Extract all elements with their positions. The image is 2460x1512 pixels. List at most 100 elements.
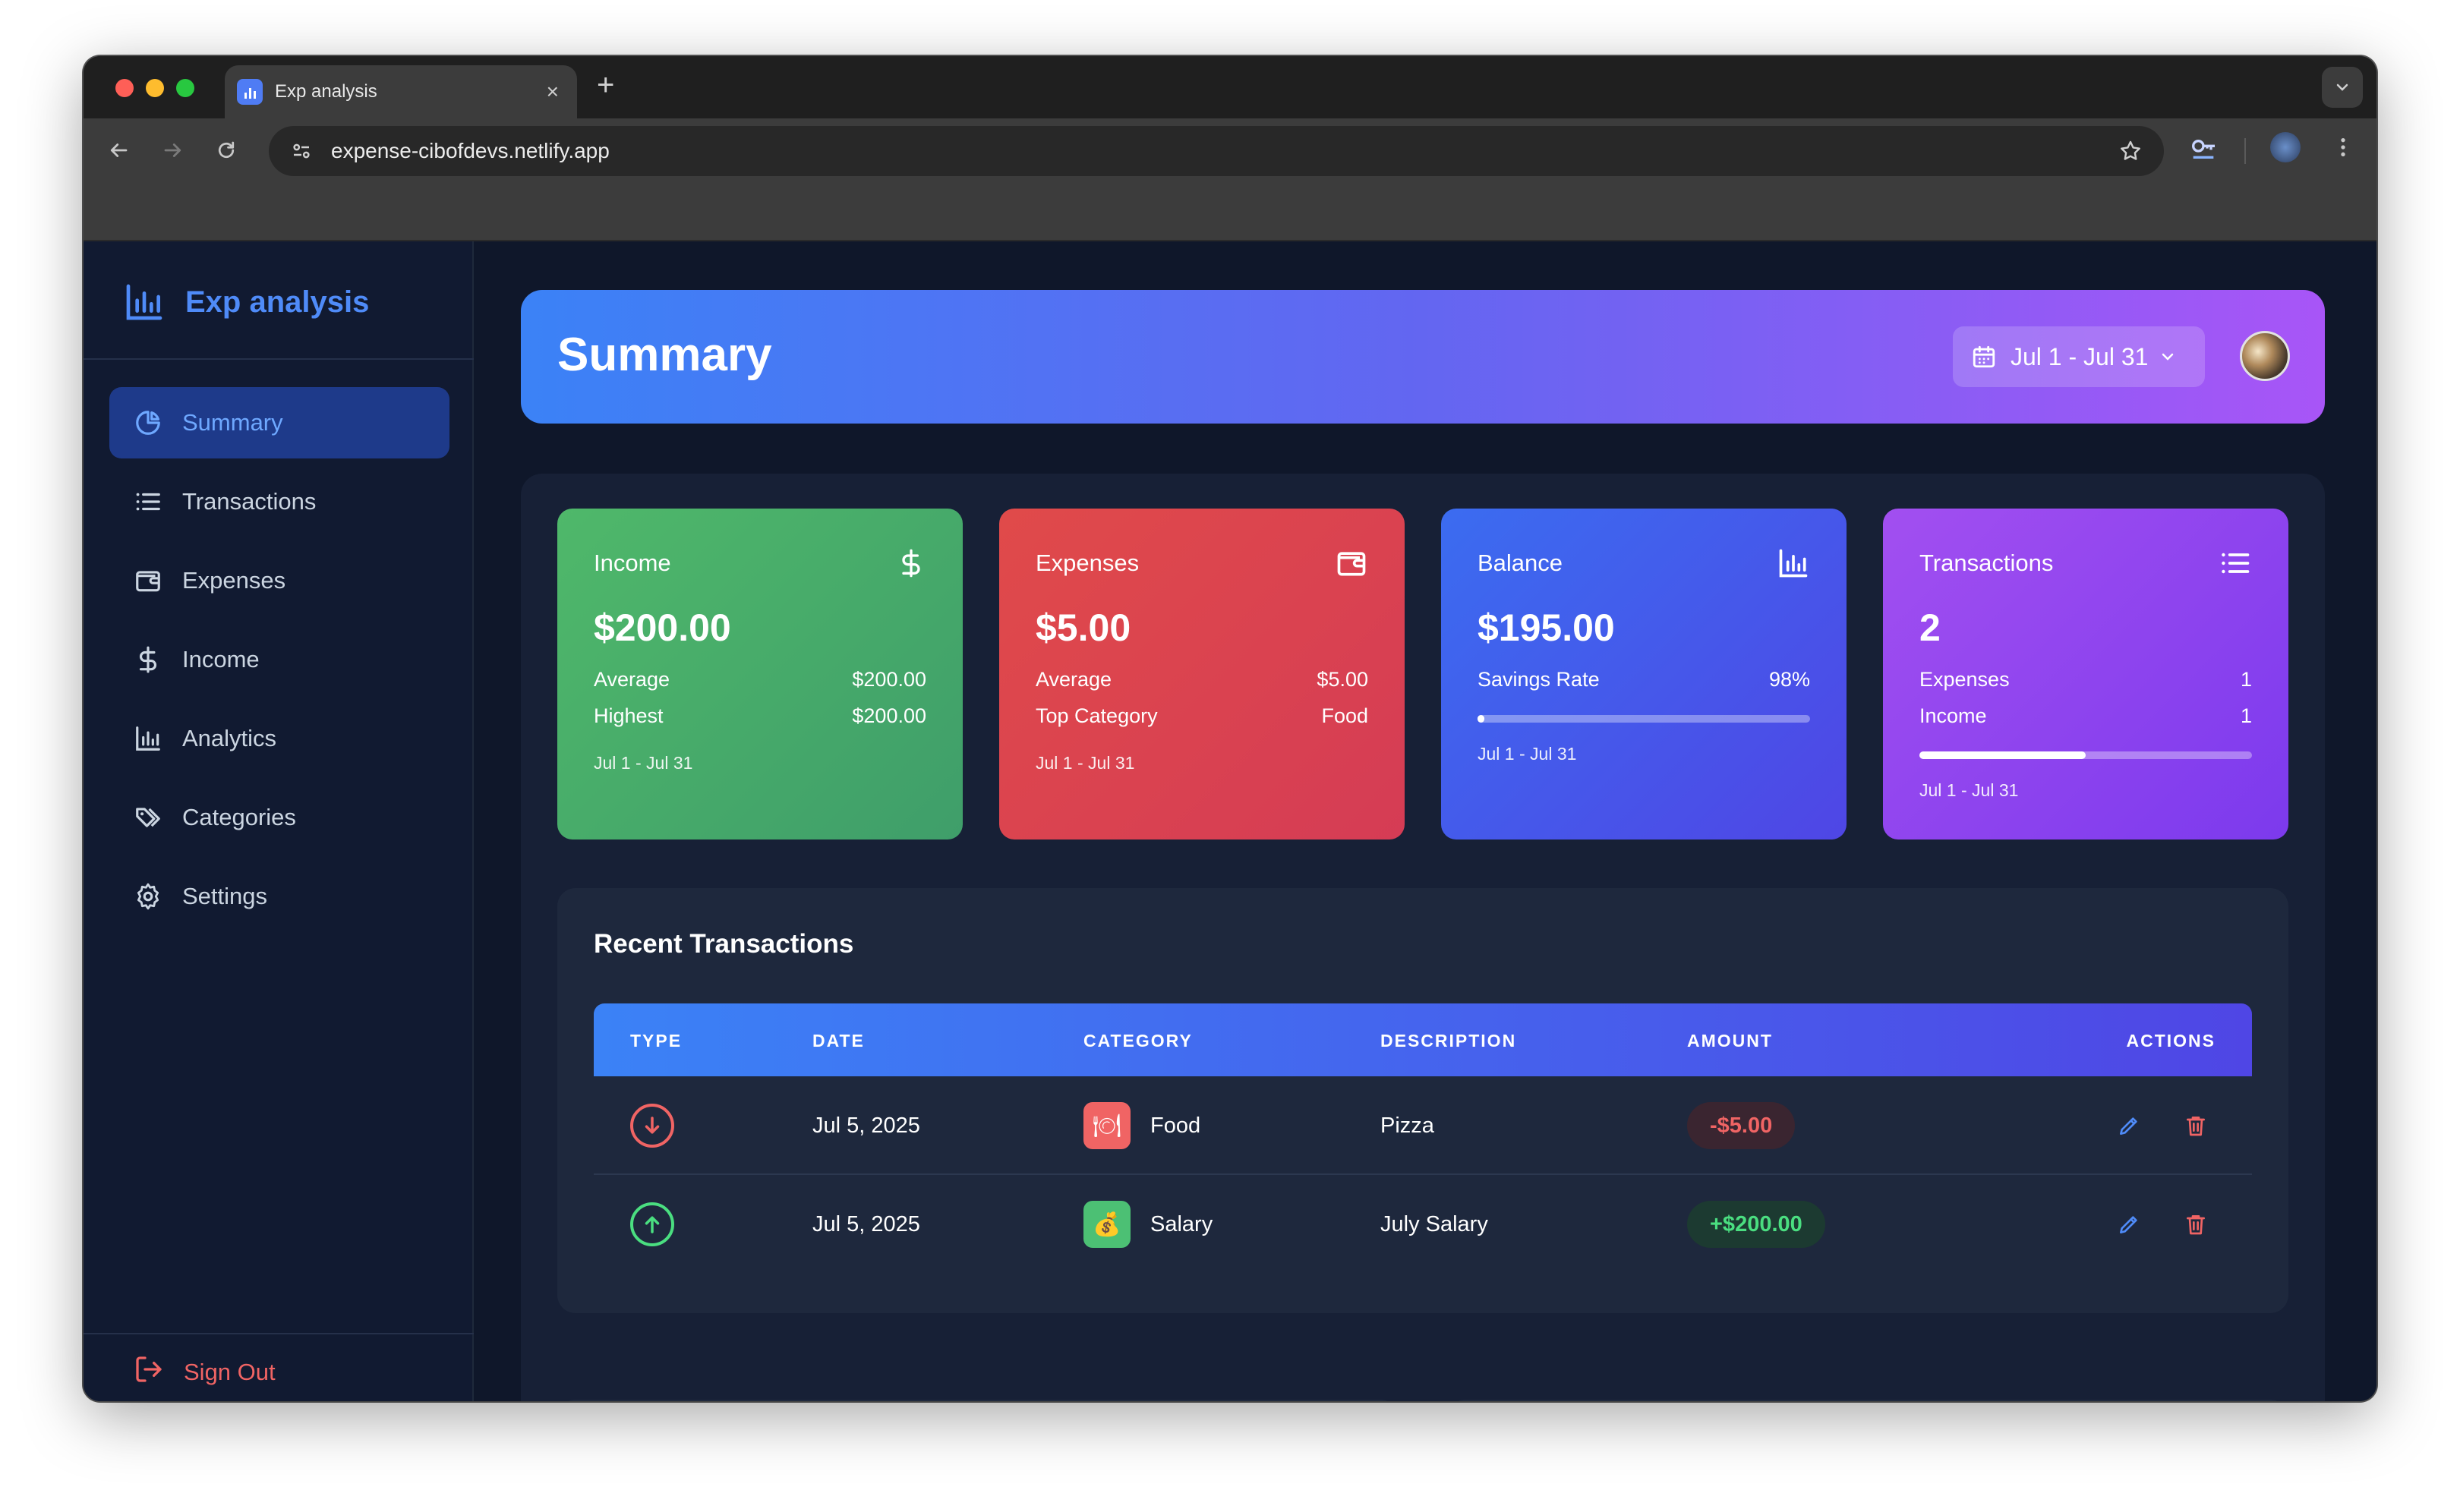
bar-chart-icon — [134, 724, 162, 753]
edit-pencil-icon[interactable] — [2112, 1109, 2146, 1142]
sidebar-divider — [84, 1333, 474, 1334]
date-range-picker[interactable]: Jul 1 - Jul 31 — [1953, 326, 2205, 387]
dollar-icon — [902, 549, 920, 578]
sign-out-label: Sign Out — [184, 1359, 276, 1385]
card-row-label: Expenses — [1919, 668, 2010, 691]
transactions-ratio-fill — [1919, 751, 2086, 759]
card-row-label: Top Category — [1036, 704, 1158, 727]
browser-tab[interactable]: Exp analysis × — [225, 65, 577, 118]
card-footer: Jul 1 - Jul 31 — [1919, 780, 2019, 800]
dollar-icon — [134, 645, 162, 674]
column-header-type: TYPE — [630, 1031, 683, 1051]
sidebar-item-expenses[interactable]: Expenses — [109, 545, 449, 616]
table-row[interactable]: Jul 5, 2025 💰 Salary July Salary +$200.0… — [594, 1175, 2252, 1274]
delete-trash-icon[interactable] — [2179, 1208, 2212, 1241]
card-row-value: $200.00 — [852, 704, 926, 727]
new-tab-button[interactable]: + — [597, 68, 614, 102]
card-row-value: 1 — [2240, 704, 2252, 727]
arrow-right-icon — [164, 143, 181, 157]
profile-avatar[interactable] — [2270, 132, 2301, 162]
delete-trash-icon[interactable] — [2179, 1109, 2212, 1142]
chevron-down-icon — [2162, 353, 2174, 361]
page-header: Summary Jul 1 - Jul 31 — [521, 290, 2325, 424]
minimize-window-button[interactable] — [146, 79, 164, 97]
column-header-description: DESCRIPTION — [1380, 1031, 1517, 1051]
card-row-label: Highest — [594, 704, 664, 727]
toolbar-divider — [2244, 138, 2246, 164]
row-amount: -$5.00 — [1687, 1102, 1796, 1149]
row-category: Food — [1150, 1113, 1201, 1138]
sidebar-nav: Summary Transactions Expenses Income Ana… — [109, 387, 449, 940]
row-description: July Salary — [1380, 1211, 1488, 1236]
arrow-left-icon — [110, 143, 128, 157]
pie-chart-icon — [134, 408, 162, 437]
main-content: Summary Jul 1 - Jul 31 Income $200.00 Av… — [474, 241, 2376, 1401]
expense-arrow-down-icon — [630, 1104, 674, 1148]
card-row-label: Income — [1919, 704, 1987, 727]
window-controls — [115, 79, 194, 97]
sign-out-button[interactable]: Sign Out — [134, 1342, 276, 1401]
card-footer: Jul 1 - Jul 31 — [1036, 753, 1135, 773]
list-icon — [2222, 553, 2250, 574]
tab-strip: Exp analysis × + — [84, 56, 2376, 118]
column-header-actions: ACTIONS — [2126, 1031, 2216, 1051]
sidebar-item-label: Settings — [182, 883, 268, 909]
more-menu-icon[interactable] — [2331, 132, 2355, 169]
tab-search-button[interactable] — [2322, 67, 2363, 108]
card-title: Transactions — [1919, 550, 2054, 576]
chart-card-left — [557, 1400, 1399, 1401]
sidebar-item-label: Expenses — [182, 567, 286, 594]
reload-icon — [218, 141, 235, 159]
browser-window: Exp analysis × + expense-cibofdevs.netli… — [84, 56, 2376, 1401]
password-key-icon[interactable] — [2188, 132, 2219, 169]
date-range-label: Jul 1 - Jul 31 — [2011, 342, 2149, 370]
card-row-label: Average — [594, 668, 670, 691]
calendar-icon — [1973, 345, 1995, 368]
site-info-icon[interactable] — [290, 140, 313, 162]
list-icon — [134, 487, 162, 516]
sidebar-item-settings[interactable]: Settings — [109, 861, 449, 932]
row-date: Jul 5, 2025 — [812, 1211, 920, 1236]
zoom-window-button[interactable] — [176, 79, 194, 97]
brand[interactable]: Exp analysis — [123, 281, 369, 323]
wallet-icon — [134, 566, 162, 595]
bookmark-star-icon[interactable] — [2118, 139, 2143, 163]
address-bar[interactable]: expense-cibofdevs.netlify.app — [269, 126, 2164, 176]
tab-close-icon[interactable]: × — [547, 80, 559, 104]
forward-button[interactable] — [156, 134, 190, 167]
tab-title: Exp analysis — [275, 81, 377, 102]
favicon-icon — [237, 79, 263, 105]
card-title: Balance — [1478, 550, 1563, 576]
sign-out-icon — [134, 1354, 164, 1391]
card-footer: Jul 1 - Jul 31 — [1478, 744, 1577, 764]
sidebar-divider — [84, 358, 474, 360]
reload-button[interactable] — [210, 134, 243, 167]
card-row-value: $5.00 — [1317, 668, 1368, 691]
sidebar-item-categories[interactable]: Categories — [109, 782, 449, 853]
card-value: $195.00 — [1478, 606, 1615, 649]
back-button[interactable] — [102, 134, 135, 167]
section-title: Recent Transactions — [594, 929, 854, 959]
url-text[interactable]: expense-cibofdevs.netlify.app — [331, 139, 2118, 163]
user-avatar[interactable] — [2240, 331, 2290, 381]
row-description: Pizza — [1380, 1113, 1434, 1138]
card-row-value: Food — [1321, 704, 1368, 727]
table-row[interactable]: Jul 5, 2025 🍽 Food Pizza -$5.00 — [594, 1076, 2252, 1175]
close-window-button[interactable] — [115, 79, 134, 97]
sidebar-item-label: Income — [182, 646, 260, 673]
sidebar-item-label: Analytics — [182, 725, 277, 751]
sidebar-item-summary[interactable]: Summary — [109, 387, 449, 458]
balance-card: Balance $195.00 Savings Rate 98% Jul 1 -… — [1441, 509, 1847, 839]
page-title: Summary — [557, 329, 772, 381]
card-row-value: 98% — [1768, 668, 1810, 691]
card-title: Income — [594, 550, 671, 576]
browser-toolbar: expense-cibofdevs.netlify.app — [84, 118, 2376, 182]
savings-progress-fill — [1478, 715, 1484, 723]
sidebar-item-analytics[interactable]: Analytics — [109, 703, 449, 774]
sidebar-item-transactions[interactable]: Transactions — [109, 466, 449, 537]
sidebar: Exp analysis Summary Transactions Expens… — [84, 241, 474, 1401]
card-row-value: 1 — [2240, 668, 2252, 691]
sidebar-item-income[interactable]: Income — [109, 624, 449, 695]
money-bag-category-icon: 💰 — [1083, 1201, 1131, 1248]
edit-pencil-icon[interactable] — [2112, 1208, 2146, 1241]
